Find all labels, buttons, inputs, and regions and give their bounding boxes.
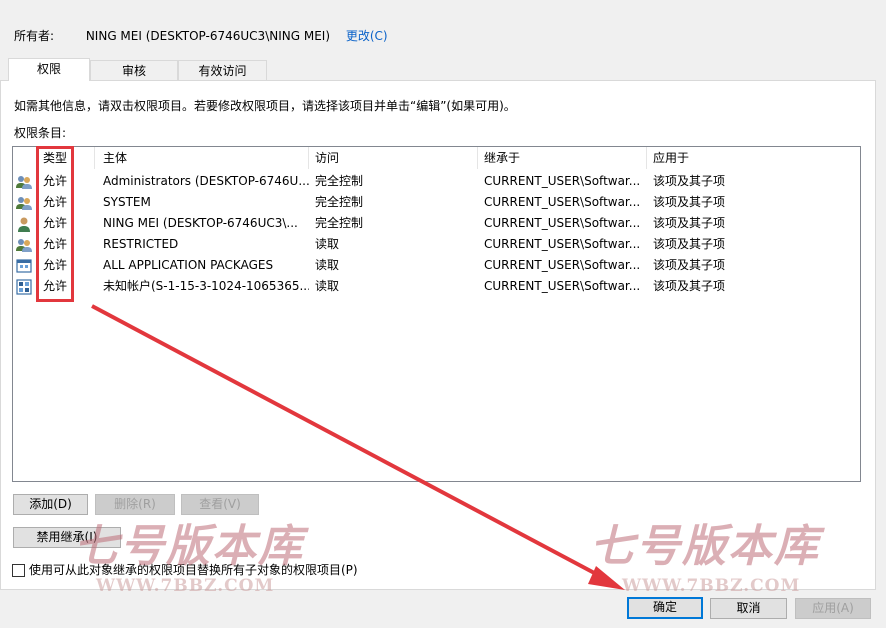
row-principal: 未知帐户(S-1-15-3-1024-1065365... (103, 279, 309, 293)
group-user-icon (16, 197, 32, 210)
column-header-principal[interactable]: 主体 (97, 147, 309, 169)
group-user-icon (16, 176, 32, 189)
cancel-button[interactable]: 取消 (710, 598, 787, 619)
row-access: 完全控制 (315, 174, 364, 188)
unknown-account-icon (16, 279, 32, 295)
row-principal: Administrators (DESKTOP-6746U... (103, 174, 309, 188)
tab-effective-access[interactable]: 有效访问 (178, 60, 267, 80)
row-applies-to: 该项及其子项 (653, 216, 726, 230)
column-header-access[interactable]: 访问 (309, 147, 478, 169)
row-access: 读取 (315, 258, 340, 272)
watermark-title-left: 七号版本库 (74, 521, 304, 572)
watermark-url-right: WWW.7BBZ.COM (622, 576, 801, 596)
row-access: 读取 (315, 279, 340, 293)
row-inherited-from: CURRENT_USER\Softwar... (484, 237, 641, 251)
row-inherited-from: CURRENT_USER\Softwar... (484, 258, 641, 272)
row-applies-to: 该项及其子项 (653, 237, 726, 251)
table-row[interactable]: 允许 RESTRICTED 读取 CURRENT_USER\Softwar...… (13, 234, 860, 255)
permission-list[interactable]: 类型 主体 访问 继承于 应用于 允许 Administrators (DESK… (12, 146, 861, 482)
row-principal: NING MEI (DESKTOP-6746UC3\... (103, 216, 298, 230)
single-user-icon (18, 217, 30, 232)
app-package-icon (16, 259, 32, 273)
row-applies-to: 该项及其子项 (653, 195, 726, 209)
change-owner-link[interactable]: 更改(C) (346, 27, 388, 44)
table-row[interactable]: 允许 ALL APPLICATION PACKAGES 读取 CURRENT_U… (13, 255, 860, 276)
row-applies-to: 该项及其子项 (653, 258, 726, 272)
replace-child-permissions-checkbox[interactable] (12, 564, 25, 577)
row-inherited-from: CURRENT_USER\Softwar... (484, 279, 641, 293)
permission-entries-label: 权限条目: (14, 126, 67, 140)
row-principal: ALL APPLICATION PACKAGES (103, 258, 274, 272)
watermark-url-left: WWW.7BBZ.COM (96, 576, 275, 596)
row-applies-to: 该项及其子项 (653, 174, 726, 188)
info-text: 如需其他信息，请双击权限项目。若要修改权限项目，请选择该项目并单击“编辑”(如果… (14, 99, 516, 113)
row-principal: SYSTEM (103, 195, 151, 209)
tab-auditing[interactable]: 审核 (90, 60, 178, 80)
table-row[interactable]: 允许 Administrators (DESKTOP-6746U... 完全控制… (13, 171, 860, 192)
column-header-applies-to[interactable]: 应用于 (647, 147, 860, 169)
row-access: 读取 (315, 237, 340, 251)
owner-row: 所有者: NING MEI (DESKTOP-6746UC3\NING MEI)… (14, 27, 388, 44)
watermark-title-right: 七号版本库 (590, 521, 820, 572)
group-user-icon (16, 239, 32, 252)
owner-value: NING MEI (DESKTOP-6746UC3\NING MEI) (85, 28, 330, 43)
row-inherited-from: CURRENT_USER\Softwar... (484, 216, 641, 230)
row-applies-to: 该项及其子项 (653, 279, 726, 293)
row-access: 完全控制 (315, 195, 364, 209)
table-row[interactable]: 允许 NING MEI (DESKTOP-6746UC3\... 完全控制 CU… (13, 213, 860, 234)
row-access: 完全控制 (315, 216, 364, 230)
row-inherited-from: CURRENT_USER\Softwar... (484, 174, 641, 188)
column-header-inherited-from[interactable]: 继承于 (478, 147, 647, 169)
table-row[interactable]: 允许 SYSTEM 完全控制 CURRENT_USER\Softwar... 该… (13, 192, 860, 213)
tab-permissions[interactable]: 权限 (8, 58, 90, 81)
row-principal: RESTRICTED (103, 237, 179, 251)
annotation-box-type-column (36, 146, 74, 302)
list-header: 类型 主体 访问 继承于 应用于 (13, 147, 860, 169)
owner-label: 所有者: (14, 29, 55, 43)
ok-button[interactable]: 确定 (627, 597, 703, 619)
table-row[interactable]: 允许 未知帐户(S-1-15-3-1024-1065365... 读取 CURR… (13, 276, 860, 297)
apply-button[interactable]: 应用(A) (795, 598, 871, 619)
row-inherited-from: CURRENT_USER\Softwar... (484, 195, 641, 209)
